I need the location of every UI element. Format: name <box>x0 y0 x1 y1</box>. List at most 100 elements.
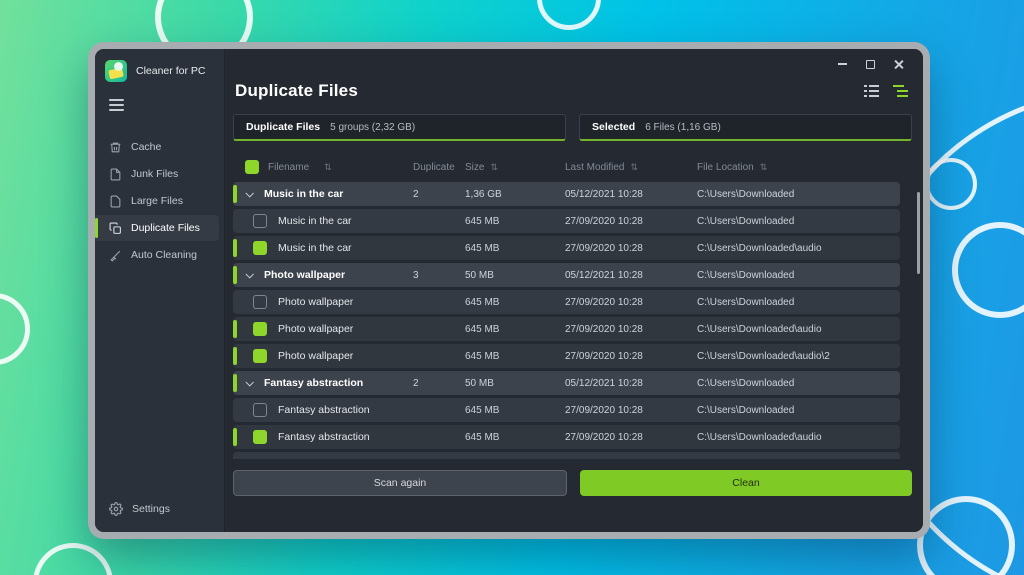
minimize-icon <box>838 63 847 65</box>
table-row-file[interactable]: Photo wallpaper645 MB27/09/2020 10:28C:\… <box>233 344 900 368</box>
table-row-file[interactable]: Music in the car645 MB27/09/2020 10:28C:… <box>233 209 900 233</box>
decorative-circle <box>925 158 977 210</box>
chevron-down-icon[interactable] <box>245 189 255 199</box>
row-checkbox[interactable] <box>253 295 267 309</box>
row-checkbox[interactable] <box>253 349 267 363</box>
column-last-modified: Last Modified <box>565 162 624 173</box>
sidebar-item-label: Duplicate Files <box>131 222 200 234</box>
sidebar-item-label: Junk Files <box>131 168 178 180</box>
cell-last-modified: 27/09/2020 10:28 <box>565 405 697 416</box>
table-row-group[interactable]: Fantasy abstraction250 MB05/12/2021 10:2… <box>233 371 900 395</box>
cell-file-location: C:\Users\Downloaded <box>697 405 900 416</box>
cell-last-modified: 27/09/2020 10:28 <box>565 216 697 227</box>
cell-duplicate: 3 <box>413 270 465 281</box>
sort-icon[interactable]: ⇅ <box>324 162 332 173</box>
maximize-icon <box>866 60 875 69</box>
cell-file-location: C:\Users\Downloaded\audio\2 <box>697 351 900 362</box>
row-checkbox[interactable] <box>253 403 267 417</box>
column-size: Size <box>465 162 484 173</box>
file-name: Photo wallpaper <box>278 323 353 335</box>
app-logo-icon <box>105 60 127 82</box>
cell-file-location: C:\Users\Downloaded <box>697 378 900 389</box>
sidebar-item-label: Cache <box>131 141 161 153</box>
sidebar-item-junk-files[interactable]: Junk Files <box>95 161 219 187</box>
sort-icon[interactable]: ⇅ <box>490 162 498 173</box>
selection-bar <box>233 239 237 257</box>
table-row-partial <box>233 452 900 459</box>
table-row-file[interactable]: Photo wallpaper645 MB27/09/2020 10:28C:\… <box>233 317 900 341</box>
app-window: Cleaner for PC Cache Junk Files Large File… <box>95 49 923 532</box>
cell-file-location: C:\Users\Downloaded <box>697 270 900 281</box>
file-name: Music in the car <box>278 215 352 227</box>
duplicates-summary-box: Duplicate Files 5 groups (2,32 GB) <box>233 114 566 141</box>
cell-size: 645 MB <box>465 243 565 254</box>
cell-size: 645 MB <box>465 297 565 308</box>
table-row-file[interactable]: Music in the car645 MB27/09/2020 10:28C:… <box>233 236 900 260</box>
cell-last-modified: 05/12/2021 10:28 <box>565 270 697 281</box>
file-name: Fantasy abstraction <box>278 431 370 443</box>
close-icon <box>893 59 904 70</box>
clean-button[interactable]: Clean <box>580 470 912 496</box>
scan-again-button[interactable]: Scan again <box>233 470 567 496</box>
cell-file-location: C:\Users\Downloaded <box>697 216 900 227</box>
maximize-button[interactable] <box>856 53 884 75</box>
sidebar-item-auto-cleaning[interactable]: Auto Cleaning <box>95 242 219 268</box>
row-checkbox[interactable] <box>253 214 267 228</box>
grouped-view-icon[interactable] <box>893 85 908 98</box>
table-row-file[interactable]: Fantasy abstraction645 MB27/09/2020 10:2… <box>233 425 900 449</box>
cell-duplicate: 2 <box>413 378 465 389</box>
selection-bar <box>233 347 237 365</box>
selected-summary-box: Selected 6 Files (1,16 GB) <box>579 114 912 141</box>
selection-bar <box>233 266 237 284</box>
gear-icon <box>109 502 123 516</box>
file-name: Music in the car <box>278 242 352 254</box>
column-file-location: File Location <box>697 162 754 173</box>
sidebar-item-large-files[interactable]: Large Files <box>95 188 219 214</box>
group-name: Photo wallpaper <box>264 269 345 281</box>
row-checkbox[interactable] <box>253 322 267 336</box>
cell-file-location: C:\Users\Downloaded\audio <box>697 324 900 335</box>
app-title: Cleaner for PC <box>136 65 205 77</box>
scrollbar-thumb[interactable] <box>917 192 920 274</box>
main-panel: Duplicate Files <box>225 49 923 532</box>
list-view-icon[interactable] <box>864 85 879 98</box>
sidebar-item-settings[interactable]: Settings <box>95 502 224 532</box>
trash-icon <box>109 141 122 154</box>
selection-bar <box>233 428 237 446</box>
close-button[interactable] <box>884 53 912 75</box>
select-all-checkbox[interactable] <box>245 160 259 174</box>
chevron-down-icon[interactable] <box>245 270 255 280</box>
table-header: Filename ⇅ Duplicate Size ⇅ Last Modifie… <box>233 156 900 178</box>
file-name: Photo wallpaper <box>278 350 353 362</box>
row-checkbox[interactable] <box>253 241 267 255</box>
sidebar-item-label: Large Files <box>131 195 183 207</box>
table-row-file[interactable]: Photo wallpaper645 MB27/09/2020 10:28C:\… <box>233 290 900 314</box>
cell-file-location: C:\Users\Downloaded\audio <box>697 243 900 254</box>
settings-label: Settings <box>132 503 170 515</box>
cell-size: 1,36 GB <box>465 189 565 200</box>
broom-icon <box>109 249 122 262</box>
selection-bar <box>233 374 237 392</box>
sidebar-item-duplicate-files[interactable]: Duplicate Files <box>95 215 219 241</box>
group-name: Music in the car <box>264 188 343 200</box>
sort-icon[interactable]: ⇅ <box>760 162 768 173</box>
hamburger-menu-icon[interactable] <box>109 99 124 114</box>
selected-summary-label: Selected <box>592 121 635 133</box>
selection-bar <box>233 185 237 203</box>
table-row-file[interactable]: Fantasy abstraction645 MB27/09/2020 10:2… <box>233 398 900 422</box>
sort-icon[interactable]: ⇅ <box>630 162 638 173</box>
row-checkbox[interactable] <box>253 430 267 444</box>
minimize-button[interactable] <box>828 53 856 75</box>
group-name: Fantasy abstraction <box>264 377 363 389</box>
sidebar-item-cache[interactable]: Cache <box>95 134 219 160</box>
table-row-group[interactable]: Photo wallpaper350 MB05/12/2021 10:28C:\… <box>233 263 900 287</box>
sidebar: Cleaner for PC Cache Junk Files Large File… <box>95 49 225 532</box>
chevron-down-icon[interactable] <box>245 378 255 388</box>
app-header: Cleaner for PC <box>95 49 224 91</box>
cell-file-location: C:\Users\Downloaded <box>697 297 900 308</box>
file-name: Photo wallpaper <box>278 296 353 308</box>
table-row-group[interactable]: Music in the car21,36 GB05/12/2021 10:28… <box>233 182 900 206</box>
titlebar <box>231 49 914 79</box>
file-table-rows: Music in the car 2 1,36 GB 05/12/2021 10:28… <box>233 182 900 452</box>
cell-last-modified: 27/09/2020 10:28 <box>565 432 697 443</box>
